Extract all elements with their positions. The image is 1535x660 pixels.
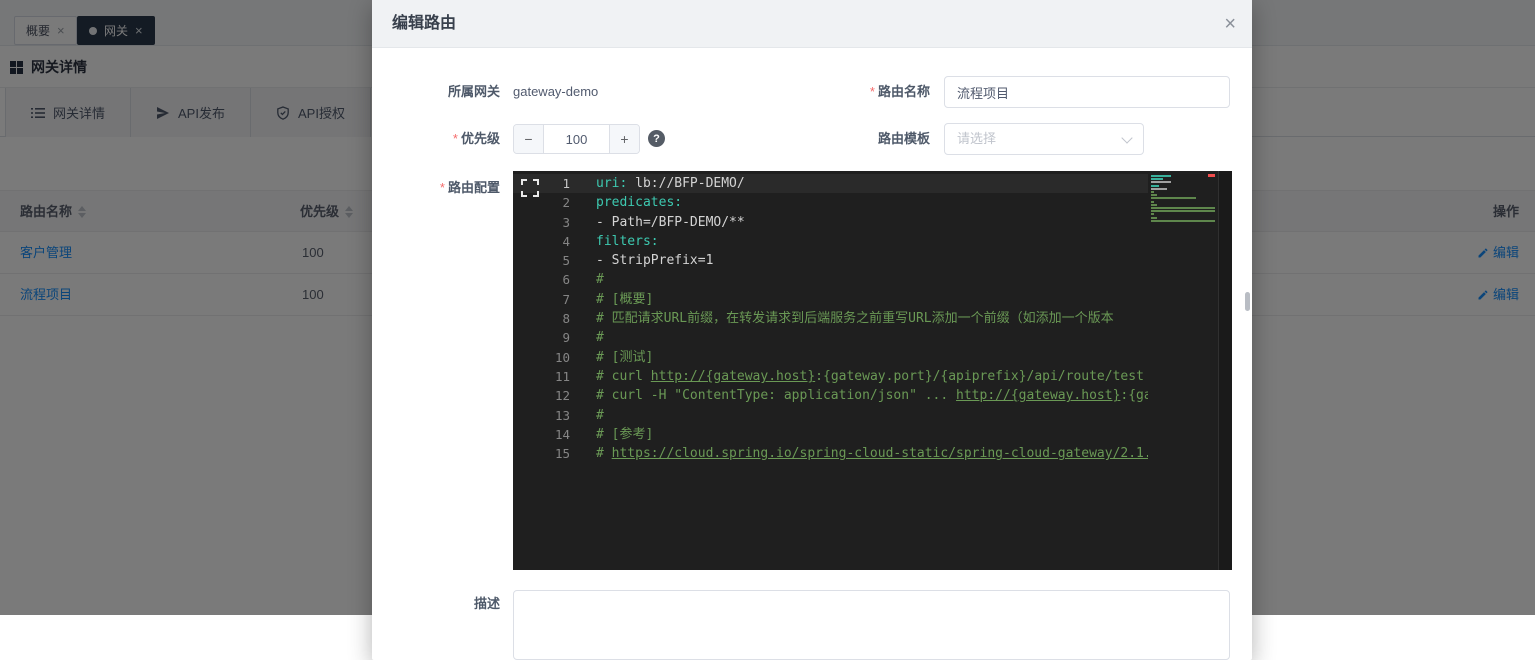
code-line: 3- Path=/BFP-DEMO/** — [513, 213, 1148, 232]
description-textarea[interactable] — [513, 590, 1230, 660]
code-line: 7# [概要] — [513, 290, 1148, 309]
code-line: 11# curl http://{gateway.host}:{gateway.… — [513, 367, 1148, 386]
route-config-label: *路由配置 — [372, 172, 500, 204]
edit-route-modal: 编辑路由 × 所属网关 gateway-demo *路由名称 *优先级 − 10… — [372, 0, 1252, 660]
select-placeholder: 请选择 — [957, 124, 996, 154]
close-icon[interactable]: × — [1224, 12, 1236, 36]
code-line: 12# curl -H "ContentType: application/js… — [513, 386, 1148, 405]
modal-scrollbar-thumb[interactable] — [1245, 292, 1250, 311]
route-config-editor[interactable]: 1uri: lb://BFP-DEMO/2predicates:3- Path=… — [513, 171, 1232, 570]
route-template-select[interactable]: 请选择 — [944, 123, 1144, 155]
code-line: 9# — [513, 328, 1148, 347]
priority-stepper: − 100 + — [513, 124, 640, 154]
required-asterisk: * — [870, 84, 875, 99]
priority-label: *优先级 — [372, 123, 500, 155]
code-line: 1uri: lb://BFP-DEMO/ — [513, 174, 1148, 193]
modal-header: 编辑路由 × — [372, 0, 1252, 48]
description-label: 描述 — [372, 588, 500, 620]
increase-button[interactable]: + — [609, 125, 639, 153]
decrease-button[interactable]: − — [514, 125, 544, 153]
required-asterisk: * — [440, 180, 445, 195]
code-line: 8# 匹配请求URL前缀，在转发请求到后端服务之前重写URL添加一个前缀（如添加… — [513, 309, 1148, 328]
route-name-label: *路由名称 — [802, 76, 930, 108]
required-asterisk: * — [453, 131, 458, 146]
fullscreen-icon[interactable] — [521, 179, 539, 197]
code-line: 5- StripPrefix=1 — [513, 251, 1148, 270]
route-name-input[interactable] — [944, 76, 1230, 108]
modal-title: 编辑路由 — [392, 0, 456, 48]
code-line: 4filters: — [513, 232, 1148, 251]
editor-minimap[interactable] — [1148, 171, 1218, 570]
code-line: 6# — [513, 270, 1148, 289]
editor-lines: 1uri: lb://BFP-DEMO/2predicates:3- Path=… — [513, 174, 1148, 463]
help-icon[interactable]: ? — [648, 130, 665, 147]
code-line: 14# [参考] — [513, 425, 1148, 444]
code-line: 2predicates: — [513, 193, 1148, 212]
code-line: 15# https://cloud.spring.io/spring-cloud… — [513, 444, 1148, 463]
gateway-value: gateway-demo — [513, 76, 598, 108]
code-line: 13# — [513, 406, 1148, 425]
chevron-down-icon — [1121, 132, 1132, 143]
gateway-label: 所属网关 — [372, 76, 500, 108]
route-template-label: 路由模板 — [802, 123, 930, 155]
editor-overview-ruler[interactable] — [1218, 171, 1232, 570]
priority-value[interactable]: 100 — [544, 125, 609, 153]
code-line: 10# [测试] — [513, 348, 1148, 367]
